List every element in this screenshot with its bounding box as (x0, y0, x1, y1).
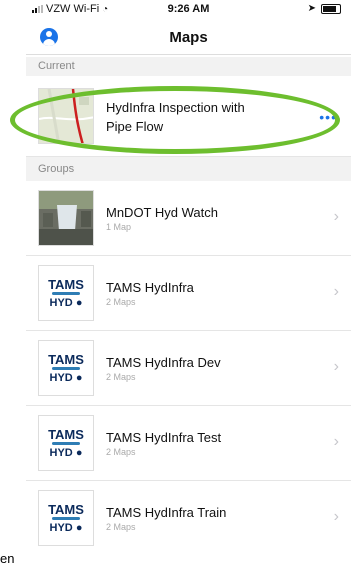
battery-icon (321, 3, 341, 14)
waterfall-thumbnail (38, 190, 94, 246)
water-drop-icon: ● (75, 296, 83, 309)
water-drop-icon: ● (75, 521, 83, 534)
location-arrow-icon: ➤ (307, 3, 316, 14)
group-title: MnDOT Hyd Watch (106, 205, 218, 220)
chevron-right-icon: › (333, 208, 339, 225)
group-count: 2 Maps (106, 447, 136, 457)
group-row[interactable]: TAMS HYD ● TAMS HydInfra 2 Maps › (26, 256, 351, 331)
status-bar: VZW Wi-Fi ◔ 9:26 AM ➤ (26, 0, 351, 18)
group-title: TAMS HydInfra Test (106, 430, 222, 445)
chevron-right-icon: › (333, 433, 339, 450)
group-title: TAMS HydInfra Train (106, 505, 227, 520)
group-row[interactable]: TAMS HYD ● TAMS HydInfra Train 2 Maps › (26, 481, 351, 555)
group-count: 2 Maps (106, 297, 136, 307)
group-title: TAMS HydInfra Dev (106, 355, 221, 370)
cropped-caption-text: en (0, 551, 15, 566)
group-row[interactable]: TAMS HYD ● TAMS HydInfra Test 2 Maps › (26, 406, 351, 481)
water-drop-icon: ● (75, 446, 83, 459)
tams-hyd-logo: TAMS HYD ● (38, 265, 94, 321)
group-row[interactable]: MnDOT Hyd Watch 1 Map › (26, 181, 351, 256)
water-drop-icon: ● (75, 371, 83, 384)
section-header-groups: Groups (26, 157, 351, 181)
group-count: 2 Maps (106, 522, 136, 532)
chevron-right-icon: › (333, 358, 339, 375)
tams-hyd-logo: TAMS HYD ● (38, 415, 94, 471)
page-title: Maps (169, 29, 208, 46)
highlight-annotation (10, 86, 340, 154)
tams-hyd-logo: TAMS HYD ● (38, 490, 94, 546)
chevron-right-icon: › (333, 508, 339, 525)
navigation-bar: Maps (26, 22, 351, 55)
status-time: 9:26 AM (167, 3, 210, 15)
section-header-current: Current (26, 57, 351, 76)
tams-hyd-logo: TAMS HYD ● (38, 340, 94, 396)
group-count: 2 Maps (106, 372, 136, 382)
group-count: 1 Map (106, 222, 132, 232)
chevron-right-icon: › (333, 283, 339, 300)
group-title: TAMS HydInfra (106, 280, 194, 295)
group-row[interactable]: TAMS HYD ● TAMS HydInfra Dev 2 Maps › (26, 331, 351, 406)
app-screen: VZW Wi-Fi ◔ 9:26 AM ➤ Maps Current HydIn… (26, 0, 351, 555)
